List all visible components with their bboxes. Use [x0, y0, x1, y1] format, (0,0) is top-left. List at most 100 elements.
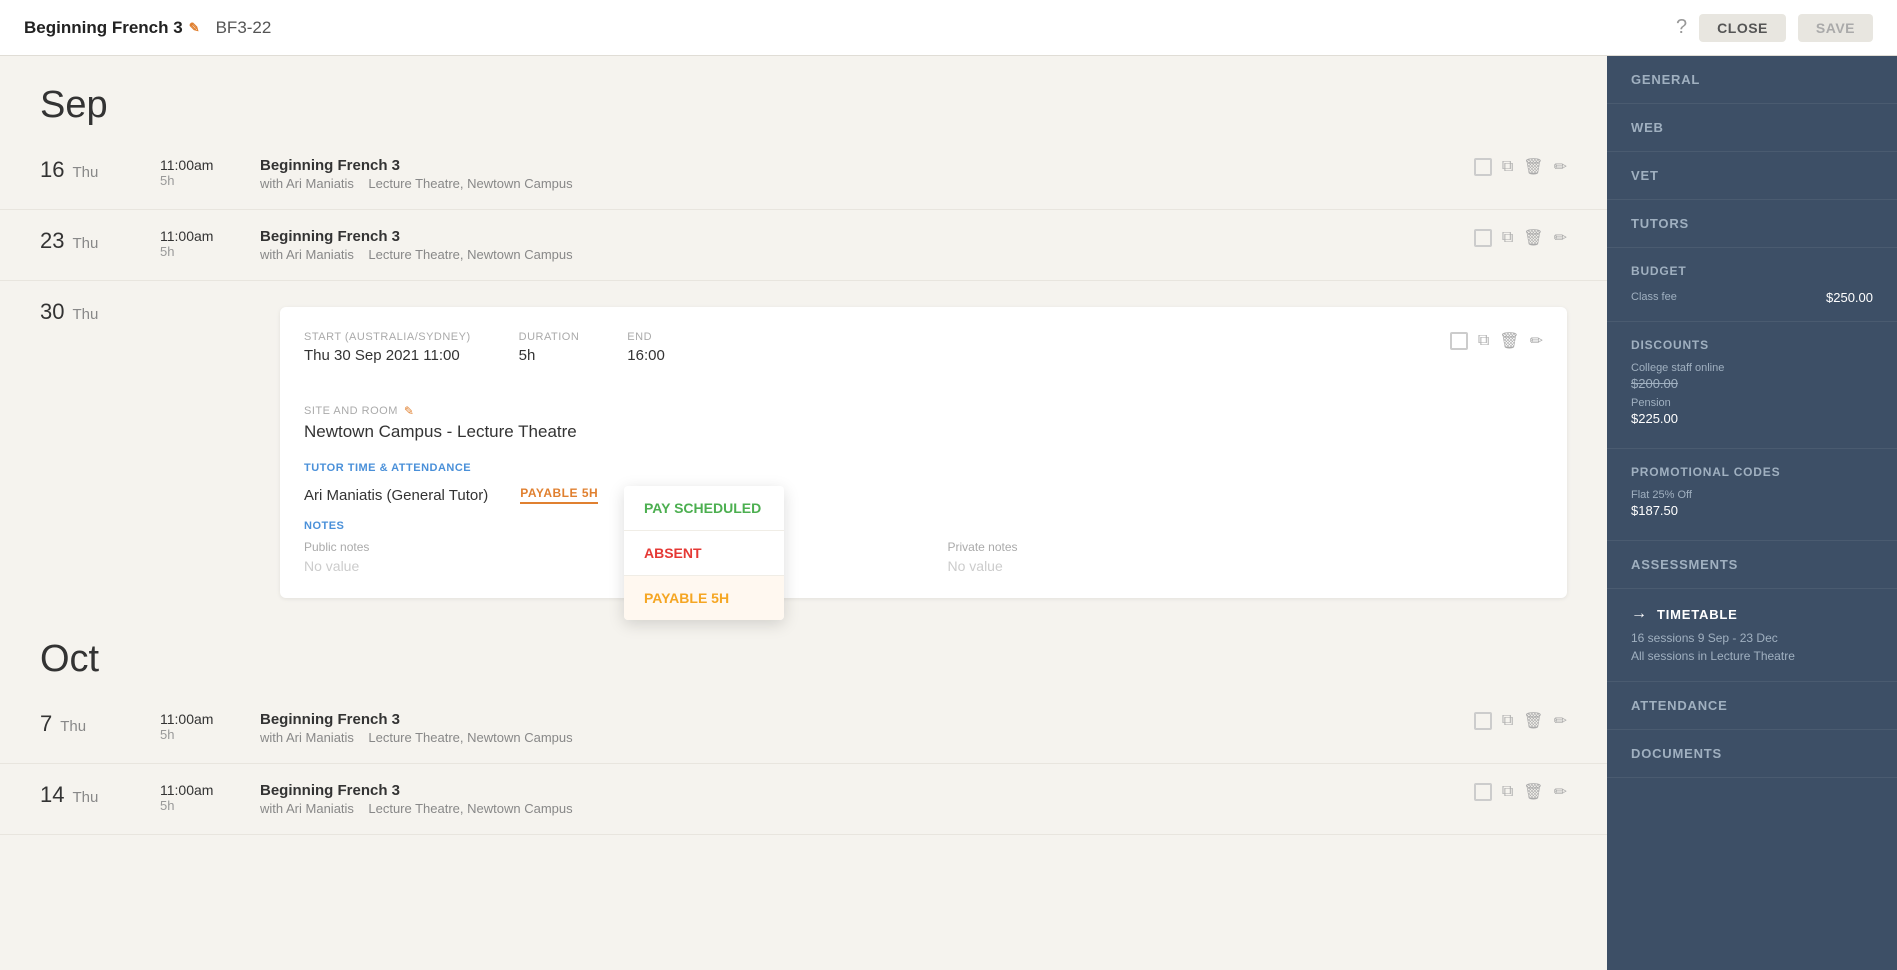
sidebar-item-general[interactable]: GENERAL [1607, 56, 1897, 104]
delete-button[interactable]: 🗑 [1523, 157, 1543, 177]
edit-button[interactable]: ✏ [1554, 782, 1567, 802]
site-room-field: Site and room ✎ Newtown Campus - Lecture… [304, 404, 1543, 442]
course-title: Beginning French 3 [24, 18, 183, 38]
close-button[interactable]: CLOSE [1699, 14, 1786, 42]
budget-title: BUDGET [1631, 264, 1873, 278]
session-row-expanded: 30 Thu Start (Australia/Sydney) Thu 30 S… [0, 281, 1607, 610]
session-row: 16 Thu 11:00am 5h Beginning French 3 wit… [0, 139, 1607, 210]
time-col: 11:00am 5h [160, 711, 260, 742]
session-name: Beginning French 3 [260, 228, 1474, 245]
class-fee-label: Class fee [1631, 291, 1677, 303]
copy-button[interactable]: ⧉ [1502, 158, 1513, 176]
session-name: Beginning French 3 [260, 782, 1474, 799]
session-time: 11:00am [160, 711, 260, 727]
edit-title-icon[interactable]: ✎ [189, 20, 200, 36]
month-label-oct: Oct [0, 610, 1607, 693]
delete-button[interactable]: 🗑 [1523, 228, 1543, 248]
copy-button[interactable]: ⧉ [1502, 783, 1513, 801]
sidebar-item-timetable[interactable]: → TIMETABLE 16 sessions 9 Sep - 23 DecAl… [1607, 589, 1897, 682]
start-value: Thu 30 Sep 2021 11:00 [304, 347, 471, 364]
session-meta: with Ari Maniatis Lecture Theatre, Newto… [260, 730, 1474, 745]
session-checkbox[interactable] [1474, 229, 1492, 247]
private-notes-value: No value [948, 558, 1544, 574]
delete-button[interactable]: 🗑 [1499, 331, 1519, 351]
flat-discount-field: Flat 25% Off $187.50 [1631, 489, 1873, 518]
month-sep: Sep 16 Thu 11:00am 5h Beginning French 3… [0, 56, 1607, 610]
day-name: Thu [72, 164, 98, 181]
day-number: 14 [40, 782, 64, 808]
duration-label: Duration [519, 331, 580, 343]
session-checkbox[interactable] [1474, 712, 1492, 730]
timetable-title: TIMETABLE [1657, 607, 1738, 622]
dropdown-item-pay-scheduled[interactable]: PAY SCHEDULED [624, 486, 784, 531]
sidebar-item-assessments[interactable]: ASSESSMENTS [1607, 541, 1897, 589]
private-notes-col: Private notes No value [948, 540, 1544, 574]
sidebar-item-attendance[interactable]: ATTENDANCE [1607, 682, 1897, 730]
session-row: 14 Thu 11:00am 5h Beginning French 3 wit… [0, 764, 1607, 835]
session-time: 11:00am [160, 782, 260, 798]
flat-value: $187.50 [1631, 503, 1873, 518]
session-card: Start (Australia/Sydney) Thu 30 Sep 2021… [280, 307, 1567, 598]
end-label: End [627, 331, 665, 343]
card-header-actions: ⧉ 🗑 ✏ [1450, 331, 1543, 351]
session-actions: ⧉ 🗑 ✏ [1474, 782, 1567, 802]
session-checkbox[interactable] [1450, 332, 1468, 350]
session-actions: ⧉ 🗑 ✏ [1474, 157, 1567, 177]
session-meta: with Ari Maniatis Lecture Theatre, Newto… [260, 176, 1474, 191]
copy-button[interactable]: ⧉ [1478, 332, 1489, 350]
day-col: 7 Thu [40, 711, 160, 737]
topbar-actions: ? CLOSE SAVE [1676, 14, 1873, 42]
copy-button[interactable]: ⧉ [1502, 229, 1513, 247]
tutor-name: Ari Maniatis (General Tutor) [304, 487, 488, 504]
day-name: Thu [72, 306, 98, 323]
pension-value: $225.00 [1631, 411, 1873, 426]
session-row: 23 Thu 11:00am 5h Beginning French 3 wit… [0, 210, 1607, 281]
duration-value: 5h [519, 347, 580, 364]
day-name: Thu [72, 789, 98, 806]
edit-button[interactable]: ✏ [1554, 228, 1567, 248]
month-label-sep: Sep [0, 56, 1607, 139]
sidebar-item-documents[interactable]: DOCUMENTS [1607, 730, 1897, 778]
session-actions: ⧉ 🗑 ✏ [1474, 711, 1567, 731]
main-layout: Sep 16 Thu 11:00am 5h Beginning French 3… [0, 56, 1897, 970]
end-value: 16:00 [627, 347, 665, 364]
private-notes-label: Private notes [948, 540, 1544, 554]
day-number: 23 [40, 228, 64, 254]
sidebar: GENERAL WEB VET TUTORS BUDGET Class fee … [1607, 56, 1897, 970]
day-name: Thu [60, 718, 86, 735]
pension-label: Pension [1631, 397, 1873, 409]
time-col: 11:00am 5h [160, 782, 260, 813]
college-staff-value: $200.00 [1631, 376, 1873, 391]
session-meta: with Ari Maniatis Lecture Theatre, Newto… [260, 247, 1474, 262]
external-link-icon[interactable]: ✎ [404, 404, 415, 418]
delete-button[interactable]: 🗑 [1523, 782, 1543, 802]
day-col: 30 Thu [40, 299, 160, 325]
pension-field: Pension $225.00 [1631, 397, 1873, 426]
save-button[interactable]: SAVE [1798, 14, 1873, 42]
session-row: 7 Thu 11:00am 5h Beginning French 3 with… [0, 693, 1607, 764]
payable-badge[interactable]: PAYABLE 5H [520, 486, 598, 504]
help-button[interactable]: ? [1676, 16, 1687, 39]
session-name: Beginning French 3 [260, 157, 1474, 174]
day-name: Thu [72, 235, 98, 252]
edit-button[interactable]: ✏ [1530, 331, 1543, 351]
session-info: Beginning French 3 with Ari Maniatis Lec… [260, 228, 1474, 262]
payable-dropdown: PAY SCHEDULED ABSENT PAYABLE 5H [624, 486, 784, 620]
sidebar-item-tutors[interactable]: TUTORS [1607, 200, 1897, 248]
edit-button[interactable]: ✏ [1554, 711, 1567, 731]
delete-button[interactable]: 🗑 [1523, 711, 1543, 731]
tutor-section-title: TUTOR TIME & ATTENDANCE [304, 462, 1543, 474]
day-number: 30 [40, 299, 64, 325]
edit-button[interactable]: ✏ [1554, 157, 1567, 177]
session-checkbox[interactable] [1474, 783, 1492, 801]
sidebar-discounts-section: DISCOUNTS College staff online $200.00 P… [1607, 322, 1897, 449]
dropdown-item-absent[interactable]: ABSENT [624, 531, 784, 576]
dropdown-item-payable[interactable]: PAYABLE 5H [624, 576, 784, 620]
sidebar-item-web[interactable]: WEB [1607, 104, 1897, 152]
copy-button[interactable]: ⧉ [1502, 712, 1513, 730]
session-checkbox[interactable] [1474, 158, 1492, 176]
start-field: Start (Australia/Sydney) Thu 30 Sep 2021… [304, 331, 471, 364]
session-duration: 5h [160, 798, 260, 813]
sidebar-item-vet[interactable]: VET [1607, 152, 1897, 200]
session-time: 11:00am [160, 157, 260, 173]
